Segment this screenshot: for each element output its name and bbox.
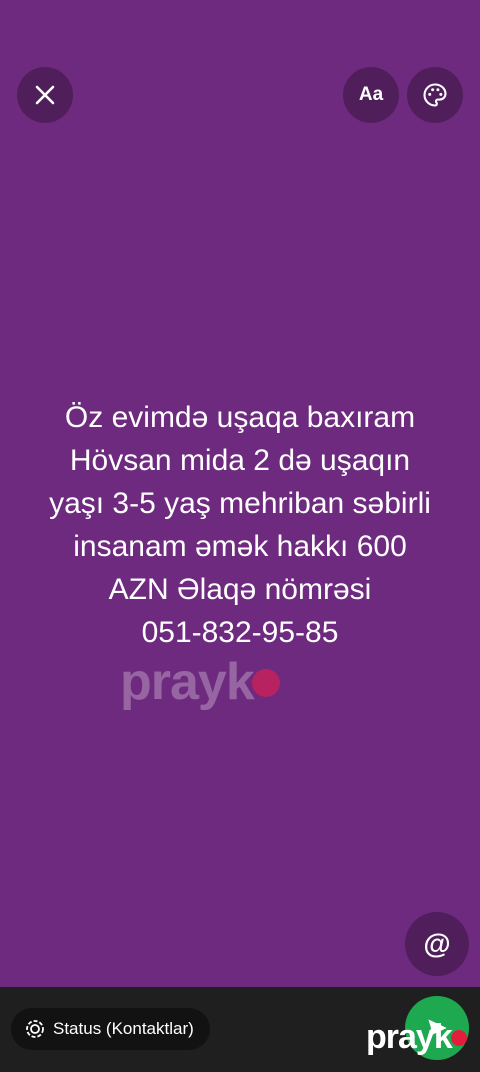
close-button[interactable] — [17, 67, 73, 123]
font-style-button[interactable]: Aa — [343, 67, 399, 123]
status-text-line: insanam əmək hakkı 600 — [73, 530, 407, 563]
mention-button[interactable]: @ — [405, 912, 469, 976]
watermark-logo: prayk — [120, 652, 280, 712]
font-style-label: Aa — [358, 84, 384, 105]
status-text-line: AZN Əlaqə nömrəsi — [108, 573, 372, 606]
status-audience-button[interactable]: Status (Kontaktlar) — [11, 1008, 210, 1050]
status-ring-icon — [26, 1020, 44, 1038]
close-icon — [35, 85, 55, 105]
palette-icon — [423, 83, 447, 107]
status-text-line: Hövsan mida 2 də uşaqın — [69, 444, 411, 477]
status-text-line: yaşı 3-5 yaş mehriban səbirli — [49, 487, 431, 520]
status-text-line: 051-832-95-85 — [141, 616, 339, 649]
status-text-line: Öz evimdə uşaqa baxıram — [64, 401, 416, 434]
at-icon: @ — [423, 928, 451, 959]
watermark-logo-footer: prayk — [366, 1018, 467, 1057]
status-audience-label: Status (Kontaktlar) — [53, 1019, 194, 1038]
color-palette-button[interactable] — [407, 67, 463, 123]
status-text: Öz evimdə uşaqa baxıram Hövsan mida 2 də… — [0, 396, 480, 654]
